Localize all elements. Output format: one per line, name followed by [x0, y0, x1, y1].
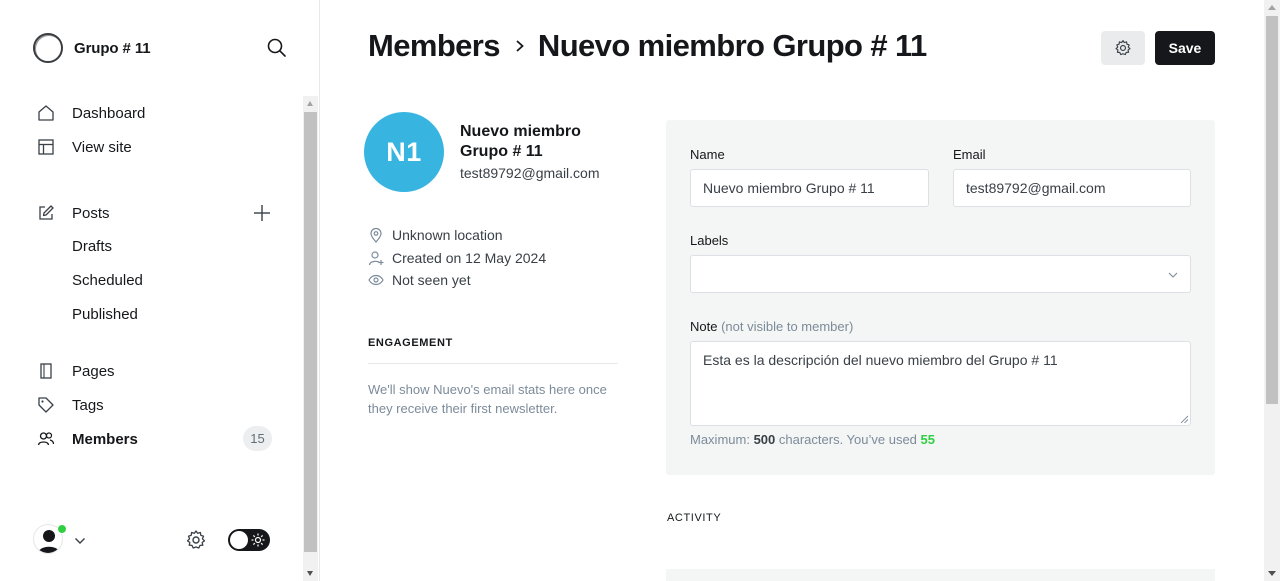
members-icon: [36, 429, 56, 449]
email-field[interactable]: test89792@gmail.com: [953, 169, 1191, 207]
email-label: Email: [953, 147, 986, 162]
note-hint: (not visible to member): [721, 319, 854, 334]
member-email: test89792@gmail.com: [460, 165, 600, 181]
online-status-dot: [57, 524, 67, 534]
sun-icon: [251, 533, 265, 547]
search-icon[interactable]: [266, 37, 288, 59]
sidebar-item-pages[interactable]: Pages: [36, 359, 276, 383]
chevron-down-icon[interactable]: [74, 534, 86, 546]
name-label: Name: [690, 147, 725, 162]
labels-label: Labels: [690, 233, 729, 248]
activity-panel: [666, 569, 1215, 581]
scrollbar-thumb[interactable]: [1266, 16, 1278, 404]
home-icon: [36, 103, 56, 123]
scroll-up-arrow-icon[interactable]: [1268, 5, 1276, 10]
engagement-heading: ENGAGEMENT: [368, 337, 453, 349]
save-button[interactable]: Save: [1155, 31, 1215, 65]
settings-gear-icon[interactable]: [185, 529, 207, 551]
member-actions-button[interactable]: [1101, 31, 1145, 65]
member-created: Created on 12 May 2024: [368, 250, 546, 266]
member-name: Nuevo miembro Grupo # 11: [460, 123, 581, 160]
members-count-badge: 15: [243, 426, 272, 451]
sidebar-item-view-site[interactable]: View site: [36, 135, 276, 159]
sidebar-item-dashboard[interactable]: Dashboard: [36, 101, 276, 125]
sidebar-item-drafts[interactable]: Drafts: [72, 238, 112, 255]
divider: [368, 363, 618, 364]
sidebar-item-label: Posts: [72, 204, 110, 222]
sidebar-item-scheduled[interactable]: Scheduled: [72, 272, 143, 289]
sidebar: Grupo # 11 Dashboard View site Posts Dra…: [0, 0, 320, 581]
note-label: Note (not visible to member): [690, 319, 854, 334]
gear-icon: [1115, 40, 1131, 56]
sidebar-item-published[interactable]: Published: [72, 306, 138, 323]
site-name: Grupo # 11: [74, 39, 151, 57]
note-character-counter: Maximum: 500 characters. You’ve used 55: [690, 432, 935, 447]
note-textarea[interactable]: Esta es la descripción del nuevo miembro…: [690, 341, 1191, 426]
chevron-right-icon: [514, 37, 526, 55]
scroll-down-arrow-icon[interactable]: [307, 571, 313, 576]
name-field[interactable]: Nuevo miembro Grupo # 11: [690, 169, 929, 207]
sidebar-item-label: Pages: [72, 362, 115, 380]
activity-heading: ACTIVITY: [667, 512, 722, 524]
scrollbar-thumb[interactable]: [304, 112, 317, 552]
chevron-down-icon: [1168, 272, 1178, 278]
member-avatar: N1: [364, 112, 444, 192]
scroll-down-arrow-icon[interactable]: [1268, 571, 1276, 576]
member-location: Unknown location: [368, 227, 503, 243]
sidebar-item-label: Dashboard: [72, 104, 146, 122]
engagement-text: We'll show Nuevo's email stats here once…: [368, 382, 607, 416]
sidebar-item-label: Tags: [72, 396, 104, 414]
resize-handle-icon[interactable]: [1180, 415, 1188, 423]
sidebar-item-members[interactable]: Members: [36, 427, 276, 451]
toggle-knob: [230, 531, 248, 549]
page-title: Nuevo miembro Grupo # 11: [537, 28, 927, 63]
breadcrumb: Members Nuevo miembro Grupo # 11: [368, 28, 927, 64]
tag-icon: [36, 395, 56, 415]
edit-icon: [36, 203, 56, 223]
site-logo: [33, 33, 63, 63]
site-brand[interactable]: Grupo # 11: [33, 33, 151, 63]
sidebar-item-label: View site: [72, 138, 132, 156]
sidebar-item-tags[interactable]: Tags: [36, 393, 276, 417]
page-scrollbar[interactable]: [1264, 0, 1280, 581]
theme-toggle[interactable]: [228, 529, 270, 551]
breadcrumb-members-link[interactable]: Members: [368, 28, 501, 64]
labels-select[interactable]: [690, 255, 1191, 293]
add-post-icon[interactable]: [252, 203, 272, 223]
member-last-seen: Not seen yet: [368, 272, 471, 288]
layout-icon: [36, 137, 56, 157]
sidebar-item-label: Members: [72, 430, 138, 448]
pages-icon: [36, 361, 56, 381]
sidebar-scrollbar[interactable]: [303, 96, 318, 581]
scroll-up-arrow-icon[interactable]: [307, 101, 313, 106]
eye-icon: [368, 272, 384, 288]
sidebar-item-posts[interactable]: Posts: [36, 201, 276, 225]
location-pin-icon: [368, 227, 384, 243]
user-add-icon: [368, 250, 384, 266]
